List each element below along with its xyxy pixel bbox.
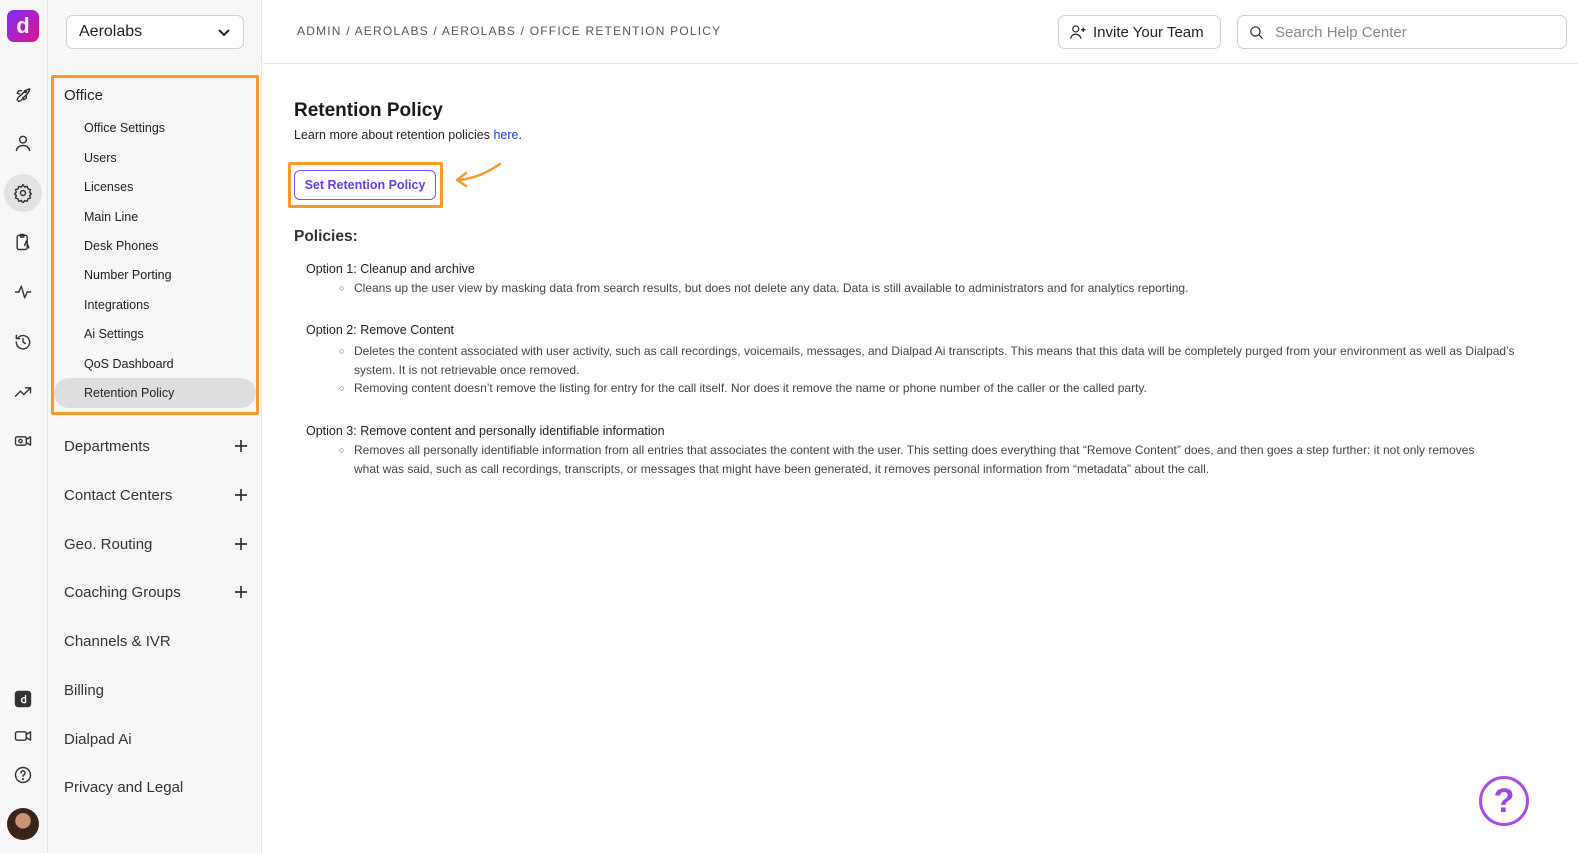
top-header: ADMIN / AEROLABS / AEROLABS / OFFICE RET… bbox=[263, 0, 1578, 64]
option-3-bullet-1: Removes all personally identifiable info… bbox=[339, 441, 1499, 478]
section-label: Departments bbox=[64, 437, 150, 455]
search-icon bbox=[1250, 25, 1263, 39]
learn-prefix: Learn more about retention policies bbox=[294, 128, 494, 142]
search-box[interactable] bbox=[1237, 15, 1567, 49]
sidebar-item-number-porting[interactable]: Number Porting bbox=[84, 268, 172, 282]
history-icon[interactable] bbox=[8, 327, 38, 357]
sidebar-item-qos-dashboard[interactable]: QoS Dashboard bbox=[84, 357, 174, 371]
option-1-title: Option 1: Cleanup and archive bbox=[306, 262, 475, 276]
page-title: Retention Policy bbox=[294, 100, 443, 121]
dialpad-logo-icon[interactable]: d bbox=[7, 10, 39, 42]
section-label: Contact Centers bbox=[64, 486, 173, 504]
bullet-text: Cleans up the user view by masking data … bbox=[354, 281, 1189, 295]
sidebar-section-departments[interactable]: Departments bbox=[64, 434, 248, 458]
clipboard-icon[interactable] bbox=[8, 227, 38, 257]
policies-heading: Policies: bbox=[294, 228, 358, 245]
option-2-title: Option 2: Remove Content bbox=[306, 323, 454, 337]
add-user-icon bbox=[1069, 25, 1086, 39]
sidebar-item-desk-phones[interactable]: Desk Phones bbox=[84, 239, 158, 253]
bullet-text: Deletes the content associated with user… bbox=[354, 344, 1515, 377]
sidebar-section-contact-centers[interactable]: Contact Centers bbox=[64, 483, 248, 507]
sidebar-section-billing[interactable]: Billing bbox=[64, 678, 248, 702]
sidebar-item-users[interactable]: Users bbox=[84, 151, 117, 165]
sidebar-section-dialpad-ai[interactable]: Dialpad Ai bbox=[64, 727, 248, 751]
option-2-bullet-2: Removing content doesn’t remove the list… bbox=[339, 379, 1539, 398]
trending-icon[interactable] bbox=[8, 377, 38, 407]
sidebar-item-office-settings[interactable]: Office Settings bbox=[84, 121, 165, 135]
gear-icon[interactable] bbox=[4, 174, 42, 212]
sidebar-section-privacy-legal[interactable]: Privacy and Legal bbox=[64, 775, 248, 799]
sidebar: Aerolabs Office Office Settings Users Li… bbox=[48, 0, 262, 853]
search-input[interactable] bbox=[1275, 23, 1555, 41]
meeting-icon[interactable] bbox=[8, 721, 38, 751]
invite-label: Invite Your Team bbox=[1093, 23, 1204, 41]
plus-icon[interactable] bbox=[234, 585, 248, 599]
section-label: Geo. Routing bbox=[64, 535, 153, 553]
icon-rail: d bbox=[0, 0, 48, 853]
sidebar-section-coaching-groups[interactable]: Coaching Groups bbox=[64, 580, 248, 604]
plus-icon[interactable] bbox=[234, 488, 248, 502]
plus-icon[interactable] bbox=[234, 439, 248, 453]
sidebar-item-integrations[interactable]: Integrations bbox=[84, 298, 149, 312]
sidebar-item-retention-policy[interactable]: Retention Policy bbox=[84, 386, 174, 400]
sidebar-section-geo-routing[interactable]: Geo. Routing bbox=[64, 532, 248, 556]
section-label: Billing bbox=[64, 681, 105, 699]
dialpad-app-icon[interactable] bbox=[8, 684, 38, 714]
activity-icon[interactable] bbox=[8, 277, 38, 307]
annotation-arrow-icon bbox=[455, 162, 502, 188]
breadcrumb: ADMIN / AEROLABS / AEROLABS / OFFICE RET… bbox=[297, 24, 722, 38]
option-1-bullet-1: Cleans up the user view by masking data … bbox=[339, 279, 1539, 298]
here-link[interactable]: here bbox=[493, 128, 518, 142]
set-retention-policy-button[interactable]: Set Retention Policy bbox=[294, 170, 436, 200]
help-fab-button[interactable]: ? bbox=[1479, 776, 1529, 826]
plus-icon[interactable] bbox=[234, 537, 248, 551]
option-3-title: Option 3: Remove content and personally … bbox=[306, 424, 665, 438]
section-label: Coaching Groups bbox=[64, 583, 181, 601]
bullet-text: Removing content doesn’t remove the list… bbox=[354, 381, 1147, 395]
rocket-icon[interactable] bbox=[8, 79, 38, 109]
learn-more-text: Learn more about retention policies here… bbox=[294, 128, 522, 142]
help-icon[interactable] bbox=[8, 760, 38, 790]
learn-suffix: . bbox=[518, 128, 522, 142]
section-label: Privacy and Legal bbox=[64, 778, 184, 796]
option-2-bullet-1: Deletes the content associated with user… bbox=[339, 342, 1539, 379]
org-select[interactable]: Aerolabs bbox=[66, 15, 244, 49]
avatar[interactable] bbox=[7, 808, 39, 840]
bullet-text: Removes all personally identifiable info… bbox=[354, 443, 1475, 476]
sidebar-item-licenses[interactable]: Licenses bbox=[84, 180, 133, 194]
user-icon[interactable] bbox=[8, 128, 38, 158]
section-label: Dialpad Ai bbox=[64, 730, 132, 748]
office-section-title[interactable]: Office bbox=[64, 87, 103, 104]
video-icon[interactable] bbox=[8, 426, 38, 456]
chevron-down-icon bbox=[217, 25, 231, 39]
section-label: Channels & IVR bbox=[64, 632, 171, 650]
sidebar-item-ai-settings[interactable]: Ai Settings bbox=[84, 327, 144, 341]
sidebar-section-channels-ivr[interactable]: Channels & IVR bbox=[64, 629, 248, 653]
invite-team-button[interactable]: Invite Your Team bbox=[1058, 15, 1221, 49]
org-name: Aerolabs bbox=[79, 23, 143, 40]
sidebar-item-main-line[interactable]: Main Line bbox=[84, 210, 138, 224]
